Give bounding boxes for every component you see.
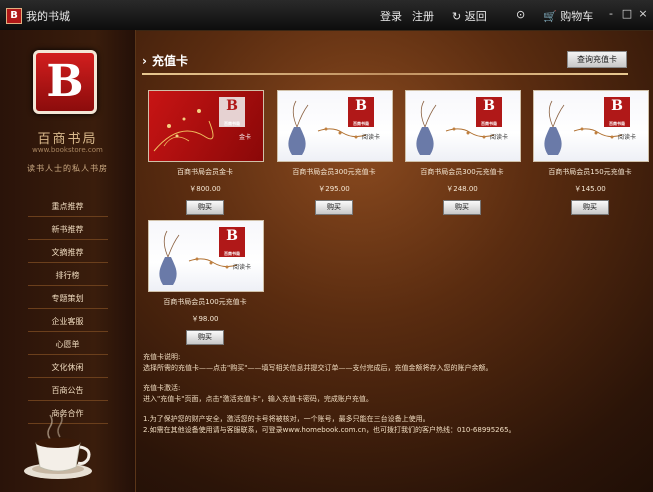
minimize-button[interactable]: - [604, 7, 618, 20]
card-image[interactable]: B 百商书局 阅读卡 [277, 90, 393, 162]
card-item: B 百商书局 阅读卡 百商书局会员150元充值卡 ￥145.00 购买 [533, 90, 649, 215]
card-type-label: 阅读卡 [489, 134, 508, 141]
brand-slogan: 读书人士的私人书房 [27, 164, 108, 173]
card-item: B 百商书局 金卡 百商书局会员金卡 ￥800.00 购买 [148, 90, 264, 215]
card-type-label: 金卡 [238, 134, 251, 141]
card-price: ￥98.00 [191, 315, 219, 323]
refresh-icon: ↻ [452, 10, 462, 23]
notes-section: 充值卡说明: 选择所需的充值卡——点击"购买"——填写相关信息并提交订单——支付… [143, 352, 643, 436]
buy-button[interactable]: 购买 [443, 200, 481, 215]
buy-button[interactable]: 购买 [186, 330, 224, 345]
card-image[interactable]: B 百商书局 阅读卡 [405, 90, 521, 162]
sidebar-item-digest[interactable]: 文摘推荐 [27, 244, 108, 263]
card-item: B 百商书局 阅读卡 百商书局会员300元充值卡 ￥295.00 购买 [277, 90, 393, 215]
card-image[interactable]: B 百商书局 阅读卡 [148, 220, 264, 292]
sidebar-item-wishlist[interactable]: 心愿单 [27, 336, 108, 355]
card-type-label: 阅读卡 [617, 134, 636, 141]
brand-url: www.bookstore.com [32, 146, 103, 154]
notes-line: 2.如需在其他设备使用请与客服联系，可登录www.homebook.com.cn… [143, 426, 516, 434]
back-label: 返回 [464, 10, 487, 23]
sidebar-menu: 重点推荐 新书推荐 文摘推荐 排行榜 专题策划 企业客服 心愿单 文化休闲 百商… [0, 198, 135, 428]
card-name: 百商书局会员100元充值卡 [163, 298, 247, 306]
sidebar-item-featured[interactable]: 重点推荐 [27, 198, 108, 217]
card-image[interactable]: B 百商书局 阅读卡 [533, 90, 649, 162]
sidebar-item-topics[interactable]: 专题策划 [27, 290, 108, 309]
notes-line: 1.为了保护您的财产安全，激活您的卡号将被核对，一个账号，最多只能在三台设备上使… [143, 415, 430, 423]
card-type-label: 阅读卡 [361, 134, 380, 141]
login-link[interactable]: 登录 [380, 8, 402, 24]
app-icon: B [6, 8, 22, 24]
card-logo: B 百商书局 [219, 97, 245, 127]
download-icon[interactable]: ⊙ [516, 8, 525, 21]
floral-decoration-icon [153, 109, 214, 152]
buy-button[interactable]: 购买 [315, 200, 353, 215]
query-card-button[interactable]: 查询充值卡 [567, 51, 627, 68]
sidebar-item-ranking[interactable]: 排行榜 [27, 267, 108, 286]
chevron-right-icon: › [142, 54, 147, 68]
vase-decoration-icon [416, 100, 495, 155]
close-button[interactable]: × [636, 7, 650, 20]
card-name: 百商书局会员300元充值卡 [292, 168, 376, 176]
app-window: B 我的书城 登录 注册 ↻ 返回 ⊙ 🛒 购物车 - □ × B 百商书局 w… [0, 0, 653, 492]
card-name: 百商书局会员150元充值卡 [548, 168, 632, 176]
vase-decoration-icon [159, 230, 238, 285]
window-title: 我的书城 [26, 10, 70, 23]
notes-title: 充值卡说明: [143, 353, 181, 361]
card-price: ￥145.00 [574, 185, 606, 193]
vase-decoration-icon [288, 100, 367, 155]
card-price: ￥295.00 [318, 185, 350, 193]
brand-name: 百商书局 [37, 132, 98, 147]
card-price: ￥800.00 [189, 185, 221, 193]
cart-label: 购物车 [560, 10, 594, 23]
card-logo: B 百商书局 [219, 227, 245, 257]
cart-button[interactable]: 🛒 购物车 [543, 8, 593, 24]
buy-button[interactable]: 购买 [186, 200, 224, 215]
section-title-label: 充值卡 [151, 54, 188, 68]
buy-button[interactable]: 购买 [571, 200, 609, 215]
section-title: › 充值卡 [142, 52, 188, 69]
sidebar-item-service[interactable]: 企业客服 [27, 313, 108, 332]
notes-title: 充值卡激活: [143, 384, 181, 392]
card-logo: B 百商书局 [348, 97, 374, 127]
card-item: B 百商书局 阅读卡 百商书局会员300元充值卡 ￥248.00 购买 [405, 90, 521, 215]
sidebar-item-new-books[interactable]: 新书推荐 [27, 221, 108, 240]
notes-text: 进入"充值卡"页面，点击"激活充值卡"，输入充值卡密码，完成账户充值。 [143, 395, 373, 403]
card-item: B 百商书局 阅读卡 百商书局会员100元充值卡 ￥98.00 购买 [148, 220, 264, 345]
card-image[interactable]: B 百商书局 金卡 [148, 90, 264, 162]
sidebar-item-announcements[interactable]: 百商公告 [27, 382, 108, 401]
maximize-button[interactable]: □ [620, 7, 634, 20]
sidebar: B 百商书局 www.bookstore.com 读书人士的私人书房 重点推荐 … [0, 30, 136, 492]
card-name: 百商书局会员300元充值卡 [420, 168, 504, 176]
card-name: 百商书局会员金卡 [177, 168, 233, 176]
card-price: ￥248.00 [446, 185, 478, 193]
back-button[interactable]: ↻ 返回 [452, 8, 487, 24]
sidebar-item-culture[interactable]: 文化休闲 [27, 359, 108, 378]
header-divider [142, 73, 628, 75]
coffee-cup-icon [24, 412, 92, 479]
register-link[interactable]: 注册 [412, 8, 434, 24]
vase-decoration-icon [544, 100, 623, 155]
cart-icon: 🛒 [543, 10, 557, 23]
card-logo: B 百商书局 [476, 97, 502, 127]
brand-logo: B [33, 50, 97, 114]
notes-text: 选择所需的充值卡——点击"购买"——填写相关信息并提交订单——支付完成后，充值金… [143, 364, 493, 372]
card-type-label: 阅读卡 [232, 264, 251, 271]
title-bar: B 我的书城 登录 注册 ↻ 返回 ⊙ 🛒 购物车 - □ × [0, 0, 653, 31]
card-logo: B 百商书局 [604, 97, 630, 127]
main-content: › 充值卡 查询充值卡 B 百商书局 金卡 百商书局会员金卡 ￥800.00 购… [140, 30, 653, 492]
